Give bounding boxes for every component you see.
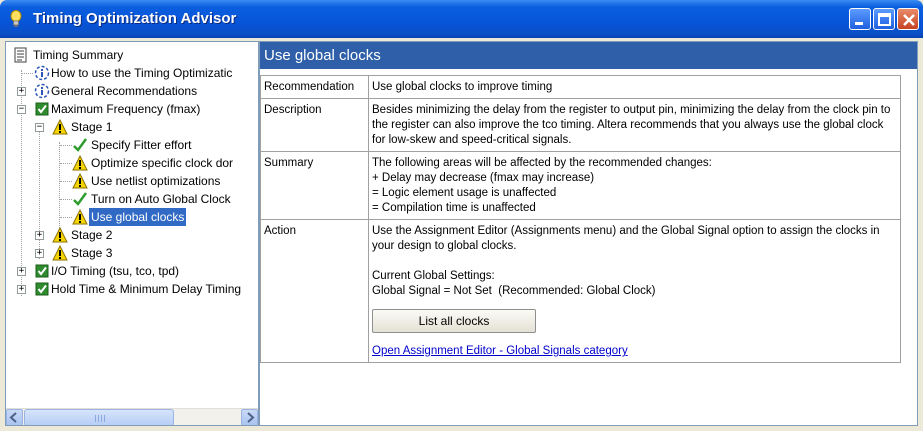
- expand-icon[interactable]: +: [17, 285, 26, 294]
- tree-item-hold-time[interactable]: + Hold Time & Minimum Delay Timing: [6, 280, 258, 298]
- tree-item-label: Stage 2: [71, 228, 113, 242]
- tree-item-use-global-clocks[interactable]: Use global clocks: [6, 208, 258, 226]
- expand-icon[interactable]: +: [17, 87, 26, 96]
- warning-icon: [52, 226, 68, 243]
- tree-item-how-to-use[interactable]: How to use the Timing Optimizatic: [6, 64, 258, 82]
- row-value: Use the Assignment Editor (Assignments m…: [368, 219, 901, 363]
- minimize-button[interactable]: [849, 8, 871, 30]
- expand-icon[interactable]: +: [35, 249, 44, 258]
- tree-item-label: Turn on Auto Global Clock: [91, 192, 231, 206]
- tree-item-label: Stage 1: [71, 120, 113, 134]
- scrollbar-thumb[interactable]: [24, 409, 174, 425]
- tree-item-specify-fitter-effort[interactable]: Specify Fitter effort: [6, 136, 258, 154]
- summary-line: The following areas will be affected by …: [372, 157, 712, 169]
- grip-icon: [95, 415, 105, 422]
- summary-row: Summary The following areas will be affe…: [260, 151, 901, 220]
- details-title: Use global clocks: [260, 42, 917, 69]
- tree-item-label: Use global clocks: [89, 208, 187, 226]
- row-value: The following areas will be affected by …: [368, 151, 901, 220]
- tree-item-label: General Recommendations: [51, 84, 198, 98]
- tree-item-label: Specify Fitter effort: [91, 138, 192, 152]
- row-value: Use global clocks to improve timing: [368, 75, 901, 99]
- warning-icon: [72, 172, 88, 189]
- warning-icon: [72, 154, 88, 171]
- checkbox-icon: [34, 263, 50, 279]
- tree-item-maximum-frequency[interactable]: − Maximum Frequency (fmax): [6, 100, 258, 118]
- row-key: Recommendation: [260, 75, 369, 99]
- expand-icon[interactable]: +: [17, 267, 26, 276]
- expand-icon[interactable]: +: [35, 231, 44, 240]
- warning-icon: [52, 244, 68, 261]
- warning-icon: [52, 118, 68, 135]
- scroll-right-button[interactable]: [241, 409, 258, 425]
- collapse-icon[interactable]: −: [17, 105, 26, 114]
- row-key: Description: [260, 98, 369, 152]
- tree-item-stage-1[interactable]: − Stage 1: [6, 118, 258, 136]
- row-key: Summary: [260, 151, 369, 220]
- tree-item-label: Stage 3: [71, 246, 113, 260]
- recommendation-row: Recommendation Use global clocks to impr…: [260, 75, 901, 99]
- tree-item-optimize-clock-domain[interactable]: Optimize specific clock dor: [6, 154, 258, 172]
- tree-item-label: Maximum Frequency (fmax): [51, 102, 201, 116]
- lightbulb-icon: [8, 10, 24, 28]
- checkmark-icon: [72, 191, 88, 207]
- summary-line: = Compilation time is unaffected: [372, 202, 536, 214]
- summary-line: + Delay may decrease (fmax may increase): [372, 172, 595, 184]
- tree-item-label: I/O Timing (tsu, tco, tpd): [51, 264, 180, 278]
- tree-item-auto-global-clock[interactable]: Turn on Auto Global Clock: [6, 190, 258, 208]
- list-all-clocks-button[interactable]: List all clocks: [372, 309, 536, 333]
- open-assignment-editor-link[interactable]: Open Assignment Editor - Global Signals …: [372, 345, 628, 357]
- horizontal-scrollbar[interactable]: [6, 408, 258, 425]
- window-title: Timing Optimization Advisor: [33, 10, 237, 27]
- warning-icon: [72, 208, 88, 225]
- details-table: Recommendation Use global clocks to impr…: [260, 75, 901, 363]
- tree-item-stage-2[interactable]: + Stage 2: [6, 226, 258, 244]
- checkbox-icon: [34, 281, 50, 297]
- tree-item-io-timing[interactable]: + I/O Timing (tsu, tco, tpd): [6, 262, 258, 280]
- tree-item-stage-3[interactable]: + Stage 3: [6, 244, 258, 262]
- tree-item-label: Optimize specific clock dor: [91, 156, 234, 170]
- tree-item-label: How to use the Timing Optimizatic: [51, 66, 233, 80]
- tree-item-timing-summary[interactable]: Timing Summary: [6, 46, 258, 64]
- summary-line: = Logic element usage is unaffected: [372, 187, 557, 199]
- collapse-icon[interactable]: −: [35, 123, 44, 132]
- settings-value: Global Signal = Not Set (Recommended: Gl…: [372, 285, 656, 297]
- info-icon: [34, 65, 50, 81]
- info-icon: [34, 83, 50, 99]
- checkmark-icon: [72, 137, 88, 153]
- tree-item-label: Hold Time & Minimum Delay Timing: [51, 282, 242, 296]
- document-icon: [13, 47, 29, 63]
- description-row: Description Besides minimizing the delay…: [260, 98, 901, 152]
- details-pane: Use global clocks Recommendation Use glo…: [259, 41, 918, 426]
- action-row: Action Use the Assignment Editor (Assign…: [260, 219, 901, 363]
- action-intro: Use the Assignment Editor (Assignments m…: [372, 225, 880, 252]
- settings-title: Current Global Settings:: [372, 270, 495, 282]
- tree-view[interactable]: Timing Summary How to use the Timing Opt…: [5, 41, 259, 426]
- maximize-button[interactable]: [873, 8, 895, 30]
- row-key: Action: [260, 219, 369, 363]
- close-button[interactable]: [897, 8, 919, 30]
- tree-item-label: Use netlist optimizations: [91, 174, 221, 188]
- tree-item-general-recommendations[interactable]: + General Recommendations: [6, 82, 258, 100]
- title-bar: Timing Optimization Advisor: [0, 0, 923, 38]
- tree-item-netlist-optimizations[interactable]: Use netlist optimizations: [6, 172, 258, 190]
- tree-item-label: Timing Summary: [33, 48, 124, 62]
- scroll-left-button[interactable]: [6, 409, 23, 425]
- row-value: Besides minimizing the delay from the re…: [368, 98, 901, 152]
- checkbox-icon: [34, 101, 50, 117]
